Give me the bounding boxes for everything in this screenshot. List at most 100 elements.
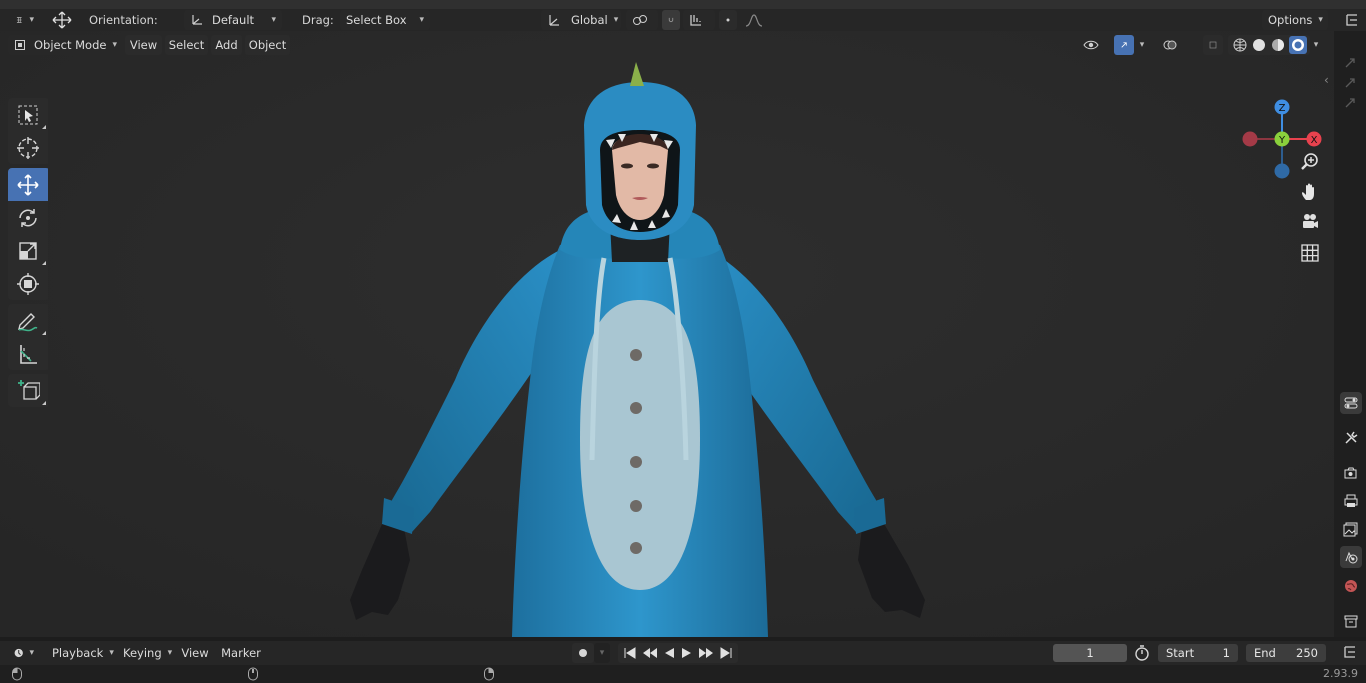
object-mode-dropdown[interactable]: Object Mode ▾: [8, 35, 119, 55]
y-axis-handle[interactable]: Y: [1274, 131, 1290, 147]
outliner-stub: [1336, 45, 1366, 115]
outliner-toggle-icon[interactable]: [1344, 12, 1360, 28]
pan-view-button[interactable]: [1297, 179, 1323, 205]
jump-end-icon[interactable]: [719, 647, 733, 659]
view-layer-properties-tab[interactable]: [1340, 518, 1362, 540]
solid-shading-icon[interactable]: [1251, 37, 1267, 53]
end-frame-value: 250: [1296, 646, 1318, 660]
end-frame-field[interactable]: End 250: [1246, 644, 1326, 662]
orientation-dropdown[interactable]: Default ▾: [184, 10, 282, 30]
marker-menu[interactable]: Marker: [218, 643, 264, 663]
measure-tool[interactable]: [8, 337, 48, 370]
negative-z-axis-handle[interactable]: [1274, 163, 1290, 179]
scene-icon: [1345, 551, 1358, 564]
view-menu[interactable]: View: [125, 35, 162, 55]
use-preview-range-toggle[interactable]: [1134, 645, 1150, 661]
3d-viewport[interactable]: Object Mode ▾ View Select Add Object ▾ ▾: [0, 31, 1334, 637]
options-dropdown[interactable]: Options ▾: [1262, 10, 1328, 30]
shading-dropdown[interactable]: ▾: [1308, 35, 1324, 55]
playback-menu[interactable]: Playback ▾: [46, 643, 116, 663]
transform-icon: [17, 272, 39, 295]
mouse-middle-icon: [248, 667, 258, 681]
rendered-shading-icon[interactable]: [1288, 36, 1307, 54]
camera-view-button[interactable]: [1297, 209, 1323, 235]
current-frame-field[interactable]: 1: [1053, 644, 1127, 662]
add-menu[interactable]: Add: [211, 35, 242, 55]
drag-label: Drag:: [302, 13, 334, 27]
drag-value: Select Box: [346, 13, 407, 27]
output-properties-tab[interactable]: [1340, 490, 1362, 512]
z-axis-label: Z: [1279, 103, 1286, 114]
move-tool[interactable]: [8, 168, 48, 201]
transform-tool[interactable]: [8, 267, 48, 300]
negative-x-axis-handle[interactable]: [1242, 131, 1258, 147]
shading-mode-group: [1228, 35, 1310, 55]
pivot-point-dropdown[interactable]: [626, 10, 658, 30]
xray-icon: [1209, 41, 1217, 49]
version-label: 2.93.9: [1323, 667, 1358, 680]
jump-start-icon[interactable]: [623, 647, 637, 659]
add-cube-tool[interactable]: [8, 374, 48, 407]
auto-keying-toggle[interactable]: [572, 643, 594, 663]
start-frame-value: 1: [1222, 646, 1230, 660]
orientation-value: Default: [212, 13, 255, 27]
ortho-toggle-button[interactable]: [1297, 240, 1323, 266]
selectability-dropdown[interactable]: [1077, 35, 1109, 55]
zoom-view-button[interactable]: [1297, 149, 1323, 175]
magnet-icon: [668, 17, 674, 23]
world-globe-icon: [1345, 580, 1357, 592]
world-properties-tab[interactable]: [1340, 575, 1362, 597]
sidebar-toggle-icon[interactable]: ‹: [1324, 73, 1329, 87]
scale-icon: [19, 241, 37, 260]
annotate-tool[interactable]: [8, 304, 48, 337]
scale-tool[interactable]: [8, 234, 48, 267]
x-axis-handle[interactable]: X: [1306, 131, 1322, 147]
prev-keyframe-icon[interactable]: [642, 647, 658, 659]
falloff-dropdown[interactable]: [739, 10, 769, 30]
drag-dropdown[interactable]: Select Box ▾: [340, 10, 430, 30]
render-properties-tab[interactable]: [1340, 462, 1362, 484]
xray-toggle[interactable]: [1203, 35, 1223, 55]
gizmo-icon: [1121, 42, 1127, 48]
options-label: Options: [1268, 13, 1313, 27]
active-tool-tab[interactable]: [1340, 427, 1362, 449]
editor-type-button[interactable]: ▾: [10, 10, 40, 30]
play-icon[interactable]: [681, 647, 693, 659]
timeline-view-menu[interactable]: View: [177, 643, 213, 663]
select-box-tool[interactable]: [8, 98, 48, 131]
timeline-header: ▾ Playback ▾ Keying ▾ View Marker ▾ 1 Star…: [0, 641, 1366, 665]
snap-toggle[interactable]: [662, 10, 680, 30]
overlays-dropdown[interactable]: [1157, 35, 1197, 55]
mouse-right-icon: [484, 667, 494, 681]
character-model: [0, 31, 1334, 637]
object-menu[interactable]: Object: [245, 35, 290, 55]
collection-properties-tab[interactable]: [1340, 610, 1362, 632]
gizmo-dropdown[interactable]: ▾: [1134, 35, 1150, 55]
keying-set-dropdown[interactable]: ▾: [594, 643, 610, 663]
play-reverse-icon[interactable]: [663, 647, 675, 659]
select-menu[interactable]: Select: [165, 35, 208, 55]
printer-icon: [1344, 494, 1358, 507]
keying-menu[interactable]: Keying ▾: [117, 643, 175, 663]
camera-back-icon: [1344, 467, 1357, 479]
cursor-tool[interactable]: [8, 131, 48, 164]
tool-properties-tab[interactable]: [1340, 392, 1362, 414]
timeline-editor-type-button[interactable]: ▾: [8, 643, 40, 663]
keying-menu-label: Keying: [123, 646, 162, 660]
scene-properties-tab[interactable]: [1340, 546, 1362, 568]
z-axis-handle[interactable]: Z: [1274, 99, 1290, 115]
next-keyframe-icon[interactable]: [698, 647, 714, 659]
material-shading-icon[interactable]: [1270, 37, 1286, 53]
snap-target-dropdown[interactable]: [683, 10, 715, 30]
timeline-sidebar-icon[interactable]: [1342, 644, 1358, 660]
gizmo-toggle[interactable]: [1114, 35, 1134, 55]
rotate-tool[interactable]: [8, 201, 48, 234]
transform-orientation-dropdown[interactable]: Global ▾: [541, 10, 621, 30]
proportional-edit-toggle[interactable]: [719, 10, 737, 30]
start-frame-field[interactable]: Start 1: [1158, 644, 1238, 662]
image-icon: [1343, 522, 1358, 537]
wireframe-shading-icon[interactable]: [1232, 37, 1248, 53]
outliner-arrows-icon: [1345, 58, 1355, 108]
add-menu-label: Add: [215, 38, 238, 52]
view-menu-label: View: [129, 38, 158, 52]
